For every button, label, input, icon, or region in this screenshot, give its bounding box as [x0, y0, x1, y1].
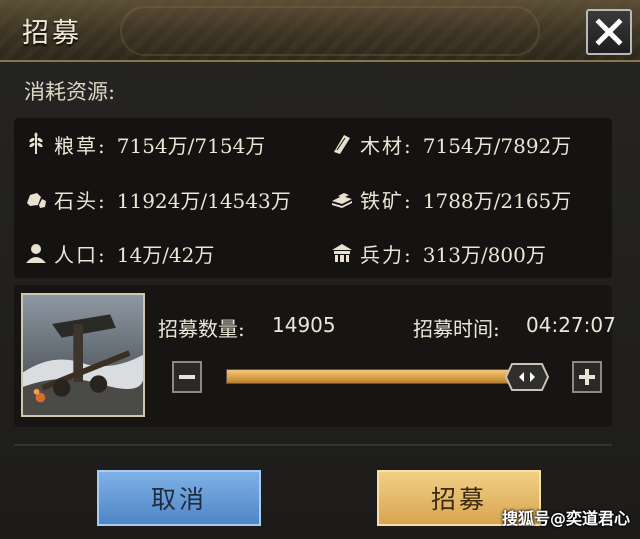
resource-label: 铁矿:: [360, 188, 413, 213]
recruit-time-label: 招募时间:: [413, 317, 500, 341]
plus-icon-vertical: [585, 369, 589, 385]
resource-wood: 木材: 7154万/7892万: [330, 127, 571, 161]
resource-value: 7154万/7154万: [116, 133, 266, 158]
resource-label: 石头:: [54, 188, 107, 213]
resource-iron: 铁矿: 1788万/2165万: [330, 182, 571, 216]
population-icon: [24, 241, 48, 265]
recruit-quantity-label: 招募数量:: [158, 317, 245, 341]
recruit-dialog: 招募 消耗资源: 粮草: 7154万/7154万 木材: 7154万/7892万…: [0, 0, 640, 539]
close-button[interactable]: [586, 9, 632, 55]
slider-fill: [227, 370, 510, 383]
resource-value: 7154万/7892万: [422, 133, 572, 158]
resource-label: 兵力:: [360, 242, 413, 267]
cancel-button[interactable]: 取消: [97, 470, 261, 526]
resource-value: 313万/800万: [422, 242, 546, 267]
resource-population: 人口: 14万/42万: [24, 236, 214, 270]
resource-label: 粮草:: [54, 133, 107, 158]
resource-grain: 粮草: 7154万/7154万: [24, 127, 265, 161]
divider: [14, 444, 612, 446]
dialog-title: 招募: [22, 18, 82, 49]
watermark: 搜狐号@奕道君心: [501, 509, 630, 528]
grain-icon: [24, 132, 48, 156]
siege-engine-image: [23, 295, 143, 415]
close-icon: [595, 18, 623, 46]
resource-value: 14万/42万: [116, 242, 215, 267]
increase-button[interactable]: [572, 361, 602, 393]
recruit-quantity-value: 14905: [272, 313, 336, 337]
resource-value: 11924万/14543万: [116, 188, 291, 213]
wood-icon: [330, 132, 354, 156]
iron-ore-icon: [330, 187, 354, 211]
quantity-slider[interactable]: [226, 369, 540, 384]
resource-troops: 兵力: 313万/800万: [330, 236, 546, 270]
resource-label: 木材:: [360, 133, 413, 158]
slider-handle-icon: [504, 363, 549, 391]
title-bar: 招募: [0, 0, 640, 62]
resource-value: 1788万/2165万: [422, 188, 572, 213]
resource-label: 人口:: [54, 242, 107, 267]
stone-icon: [24, 187, 48, 211]
resource-stone: 石头: 11924万/14543万: [24, 182, 291, 216]
unit-portrait: [21, 293, 145, 417]
troops-icon: [330, 241, 354, 265]
decrease-button[interactable]: [172, 361, 202, 393]
cost-label: 消耗资源:: [24, 80, 116, 104]
title-ornament: [120, 6, 540, 56]
recruit-time-value: 04:27:07: [526, 313, 616, 337]
minus-icon: [179, 375, 195, 379]
slider-thumb[interactable]: [504, 363, 549, 391]
